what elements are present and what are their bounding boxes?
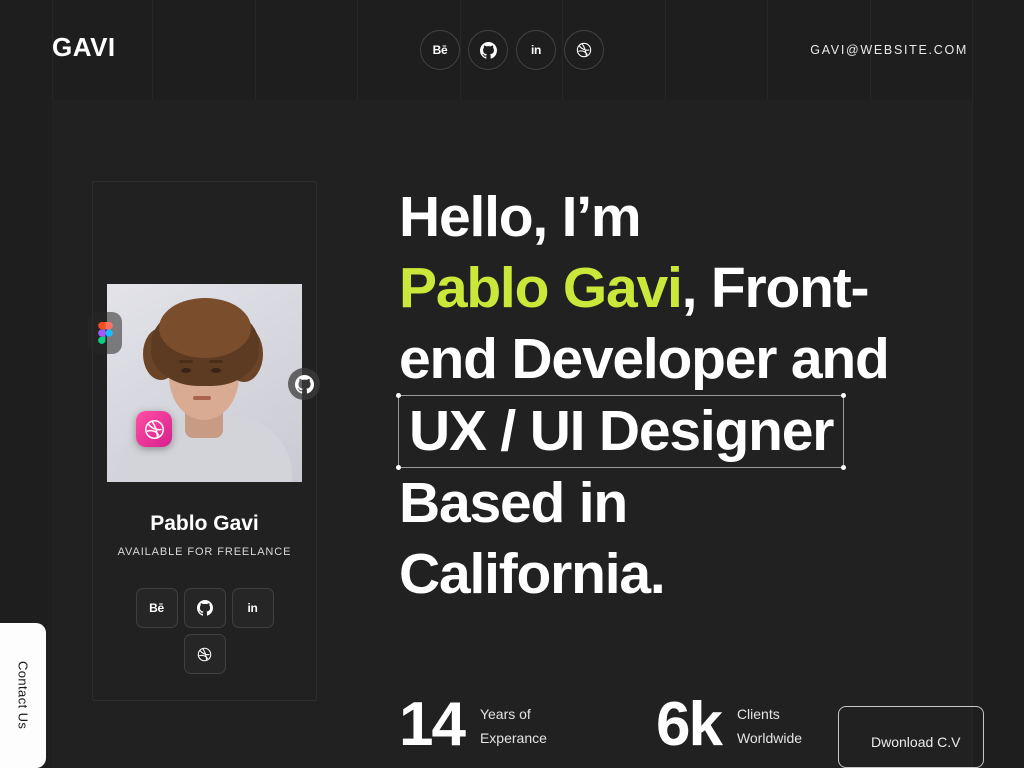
- card-behance-button[interactable]: Bē: [135, 588, 178, 628]
- stat-years-number: 14: [399, 690, 466, 759]
- selection-handle-bottom-left[interactable]: [396, 465, 401, 470]
- dribbble-glyph: [144, 419, 164, 439]
- stat-clients-label: Clients Worldwide: [736, 706, 803, 746]
- stat-years: 14 Years of Experance: [399, 694, 570, 756]
- github-glyph: [196, 600, 213, 616]
- hero-heading: Hello, I’m Pablo Gavi, Front- end Develo…: [396, 182, 939, 610]
- behance-glyph: Bē: [432, 43, 448, 57]
- stat-years-label: Years of Experance: [479, 706, 547, 746]
- profile-name: Pablo Gavi: [150, 512, 259, 535]
- hero-accent-name: Pablo Gavi: [399, 256, 683, 320]
- logo[interactable]: GAVI: [52, 34, 116, 60]
- card-github-button[interactable]: [183, 588, 226, 628]
- stat-clients: 6k Clients Worldwide: [656, 694, 827, 756]
- hero-line-2: Pablo Gavi, Front-: [399, 253, 939, 324]
- contact-us-tab[interactable]: Contact Us: [0, 623, 46, 768]
- linkedin-glyph: in: [530, 43, 542, 57]
- header-email-link[interactable]: GAVI@WEBSITE.COM: [810, 43, 968, 57]
- header-dribbble-icon[interactable]: [564, 30, 604, 70]
- profile-social-links: Bē in: [92, 588, 317, 674]
- profile-social-row-2: [92, 634, 317, 674]
- figma-badge-icon[interactable]: [88, 312, 122, 354]
- figma-glyph: [97, 322, 113, 344]
- hero-line-2-rest: , Front-: [681, 256, 870, 320]
- dribbble-glyph: [197, 647, 212, 661]
- card-linkedin-button[interactable]: in: [231, 588, 274, 628]
- header-linkedin-icon[interactable]: in: [516, 30, 556, 70]
- hero-line-5: Based in: [399, 471, 628, 535]
- header-github-icon[interactable]: [468, 30, 508, 70]
- contact-us-label: Contact Us: [15, 661, 31, 730]
- selection-handle-top-right[interactable]: [841, 393, 847, 398]
- profile-status-badge: AVAILABLE FOR FREELANCE: [117, 546, 292, 558]
- stat-clients-number: 6k: [655, 690, 723, 759]
- download-cv-button[interactable]: Dwonload C.V: [838, 706, 984, 768]
- header-social-links: Bē in: [420, 30, 604, 70]
- site-header: GAVI Bē in GAVI@WEBSITE.COM: [0, 0, 1024, 100]
- linkedin-glyph: in: [247, 601, 258, 615]
- hero-selected-text: UX / UI Designer: [409, 399, 834, 463]
- dribbble-glyph: [576, 42, 592, 58]
- header-behance-icon[interactable]: Bē: [420, 30, 460, 70]
- hero-selected-text-box[interactable]: UX / UI Designer: [396, 393, 847, 470]
- page-root: GAVI Bē in GAVI@WEBSITE.COM Pablo Gavi A…: [0, 0, 1024, 768]
- dribbble-badge-icon[interactable]: [136, 411, 172, 447]
- hero-selection-wrapper: UX / UI Designer: [396, 393, 939, 470]
- github-glyph: [294, 374, 314, 394]
- stats-row: 14 Years of Experance 6k Clients Worldwi…: [399, 694, 827, 756]
- github-glyph: [479, 41, 497, 59]
- github-badge-icon[interactable]: [288, 368, 320, 400]
- hero-line-3: end Developer and: [399, 327, 890, 391]
- hero-line-6: California.: [399, 542, 666, 606]
- behance-glyph: Bē: [149, 601, 164, 615]
- selection-handle-top-left[interactable]: [396, 393, 401, 398]
- card-dribbble-button[interactable]: [183, 634, 226, 674]
- hero-line-1: Hello, I’m: [399, 185, 642, 249]
